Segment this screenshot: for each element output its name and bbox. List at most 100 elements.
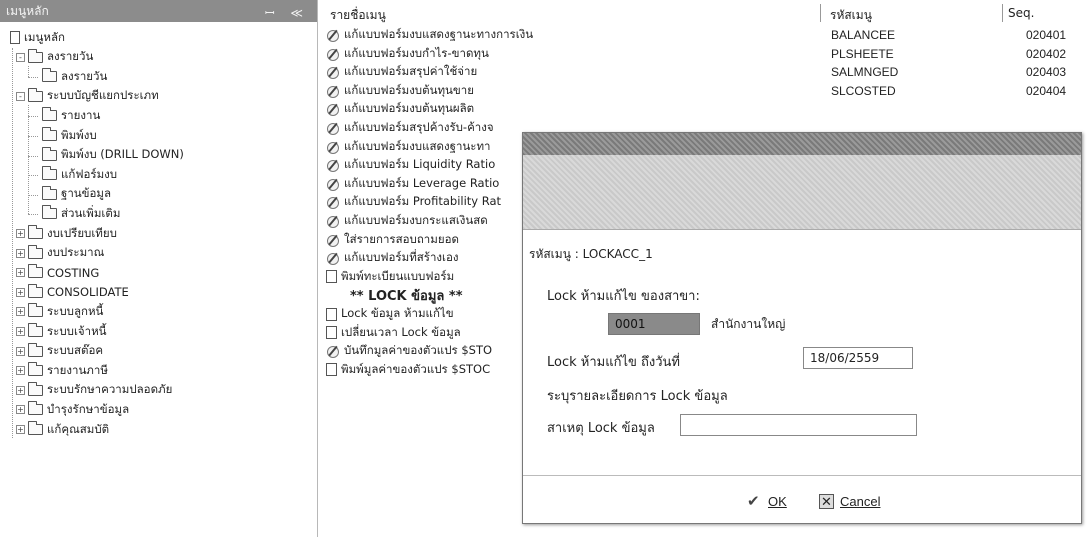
detail-label: ระบุรายละเอียดการ Lock ข้อมูล: [547, 389, 728, 404]
tree-node-label: ระบบเจ้าหนี้: [47, 323, 107, 338]
tree-connector: [28, 155, 38, 157]
tree-node-label: ฐานข้อมูล: [61, 186, 112, 201]
folder-icon: [42, 166, 57, 181]
ok-button-label: OK: [768, 493, 787, 509]
dialog-title-bar[interactable]: [523, 133, 1081, 155]
tree-node-label: บำรุงรักษาข้อมูล: [47, 401, 130, 416]
branch-code-field[interactable]: 0001: [608, 313, 700, 335]
list-item-code: SLCOSTED: [831, 83, 896, 98]
tree-node[interactable]: บำรุงรักษาข้อมูล: [28, 400, 129, 419]
list-item-code: BALANCEE: [831, 28, 896, 42]
list-item-name: ใส่รายการสอบถามยอด: [344, 231, 459, 246]
tree-node-label: ระบบบัญชีแยกประเภท: [47, 88, 159, 103]
cancel-icon: [819, 493, 834, 510]
column-separator[interactable]: [1002, 4, 1003, 22]
cancel-button-label: Cancel: [840, 493, 881, 509]
list-item[interactable]: แก้แบบฟอร์มงบกำไร-ขาดทุน PLSHEETE 020402: [326, 45, 1086, 63]
tree-node[interactable]: ระบบสต๊อค: [28, 342, 103, 361]
branch-label: Lock ห้ามแก้ไข ของสาขา:: [547, 289, 700, 304]
tree-node[interactable]: COSTING: [28, 263, 99, 282]
column-separator[interactable]: [820, 4, 821, 22]
list-item[interactable]: แก้แบบฟอร์มงบต้นทุนขาย SLCOSTED 020404: [326, 82, 1086, 100]
tree-expander[interactable]: +: [16, 385, 25, 395]
column-header-name[interactable]: รายชื่อเมนู: [330, 6, 386, 24]
folder-icon: [28, 401, 43, 416]
tree-connector: [28, 77, 38, 79]
folder-icon: [28, 303, 43, 318]
folder-icon: [42, 68, 57, 83]
list-item-name: แก้แบบฟอร์มงบกระแสเงินสด: [344, 213, 488, 227]
tree-node[interactable]: เมนูหลัก: [10, 28, 65, 47]
list-item[interactable]: แก้แบบฟอร์มสรุปค่าใช้จ่าย SALMNGED 020403: [326, 63, 1086, 81]
tree-node[interactable]: ระบบเจ้าหนี้: [28, 322, 107, 341]
tree-expander[interactable]: -: [16, 52, 25, 62]
lock-dialog: รหัสเมนู : LOCKACC_1 Lock ห้ามแก้ไข ของส…: [522, 132, 1082, 524]
pencil-icon: [326, 29, 340, 42]
list-item-name: แก้แบบฟอร์ม Profitability Rat: [344, 194, 502, 209]
tree-connector: [28, 175, 38, 177]
tree-node[interactable]: ระบบบัญชีแยกประเภท: [28, 87, 159, 106]
tree-node[interactable]: CONSOLIDATE: [28, 283, 129, 302]
list-item-name: แก้แบบฟอร์มสรุปค้างรับ-ค้างจ: [344, 120, 494, 134]
pencil-icon: [326, 196, 340, 210]
main-menu-header: เมนูหลัก ꟷ ≪: [0, 0, 317, 22]
tree-node[interactable]: ลงรายวัน: [42, 67, 107, 86]
folder-icon: [42, 185, 57, 200]
tree-node[interactable]: รายงานภาษี: [28, 361, 108, 380]
pencil-icon: [326, 85, 340, 98]
pane-controls[interactable]: ꟷ ≪: [265, 4, 309, 21]
check-icon: [747, 492, 762, 510]
reason-input[interactable]: [680, 414, 917, 436]
tree-expander[interactable]: +: [16, 405, 25, 415]
tree-node[interactable]: พิมพ์งบ (DRILL DOWN): [42, 146, 184, 165]
list-item-code: PLSHEETE: [831, 46, 894, 61]
tree-node[interactable]: พิมพ์งบ: [42, 126, 97, 145]
list-item[interactable]: แก้แบบฟอร์มงบแสดงฐานะทางการเงิน BALANCEE 0…: [326, 26, 1086, 44]
tree-expander[interactable]: +: [16, 287, 25, 297]
tree-node[interactable]: ส่วนเพิ่มเติม: [42, 204, 120, 223]
tree-connector: [12, 48, 13, 438]
tree-node-label: COSTING: [47, 265, 100, 280]
tree-node[interactable]: งบเปรียบเทียบ: [28, 224, 117, 243]
branch-name-field: สำนักงานใหญ่: [710, 313, 915, 335]
tree-expander[interactable]: +: [16, 248, 25, 258]
menu-code-label: รหัสเมนู : LOCKACC_1: [529, 247, 653, 261]
list-item[interactable]: แก้แบบฟอร์มงบต้นทุนผลิต: [326, 100, 1086, 118]
tree-expander[interactable]: +: [16, 229, 25, 238]
tree-connector: [28, 65, 29, 78]
lock-date-field[interactable]: 18/06/2559: [803, 347, 913, 369]
tree-node-label: เมนูหลัก: [24, 29, 65, 44]
tree-expander[interactable]: +: [16, 346, 25, 356]
tree-node[interactable]: แก้คุณสมบัติ: [28, 420, 109, 439]
tree-expander[interactable]: -: [16, 91, 25, 101]
tree-node[interactable]: ลงรายวัน: [28, 48, 93, 67]
list-item-name: แก้แบบฟอร์มที่สร้างเอง: [344, 250, 459, 265]
tree-node-label: งบประมาณ: [47, 245, 105, 260]
tree-node[interactable]: แก้ฟอร์มงบ: [42, 165, 117, 184]
tree-node[interactable]: ระบบลูกหนี้: [28, 302, 103, 321]
tree-expander[interactable]: +: [16, 307, 25, 317]
ok-button[interactable]: OK: [747, 490, 787, 512]
tree-expander[interactable]: +: [16, 366, 25, 376]
tree-node[interactable]: งบประมาณ: [28, 244, 104, 263]
tree-expander[interactable]: +: [16, 425, 25, 434]
tree-node[interactable]: ระบบรักษาความปลอดภัย: [28, 381, 172, 400]
list-item-name: แก้แบบฟอร์ม Leverage Ratio: [344, 175, 500, 190]
folder-icon: [42, 205, 57, 220]
tree-node-label: รายงานภาษี: [47, 362, 108, 377]
cancel-button[interactable]: Cancel: [819, 490, 880, 512]
list-item-name: Lock ข้อมูล ห้ามแก้ไข: [341, 306, 454, 320]
tree-node[interactable]: ฐานข้อมูล: [42, 185, 111, 204]
pencil-icon: [326, 252, 340, 266]
pencil-icon: [326, 103, 340, 117]
pencil-icon: [326, 159, 340, 173]
list-item-name: พิมพ์ทะเบียนแบบฟอร์ม: [341, 268, 455, 283]
tree-node-label: พิมพ์งบ: [61, 127, 97, 142]
tree-expander[interactable]: +: [16, 327, 25, 336]
column-header-code[interactable]: รหัสเมนู: [830, 6, 872, 24]
folder-icon: [42, 127, 57, 141]
tree-node[interactable]: รายงาน: [42, 106, 100, 125]
tree-expander[interactable]: +: [16, 268, 25, 278]
column-header-seq[interactable]: Seq.: [1008, 6, 1034, 24]
doc-icon: [10, 31, 20, 44]
